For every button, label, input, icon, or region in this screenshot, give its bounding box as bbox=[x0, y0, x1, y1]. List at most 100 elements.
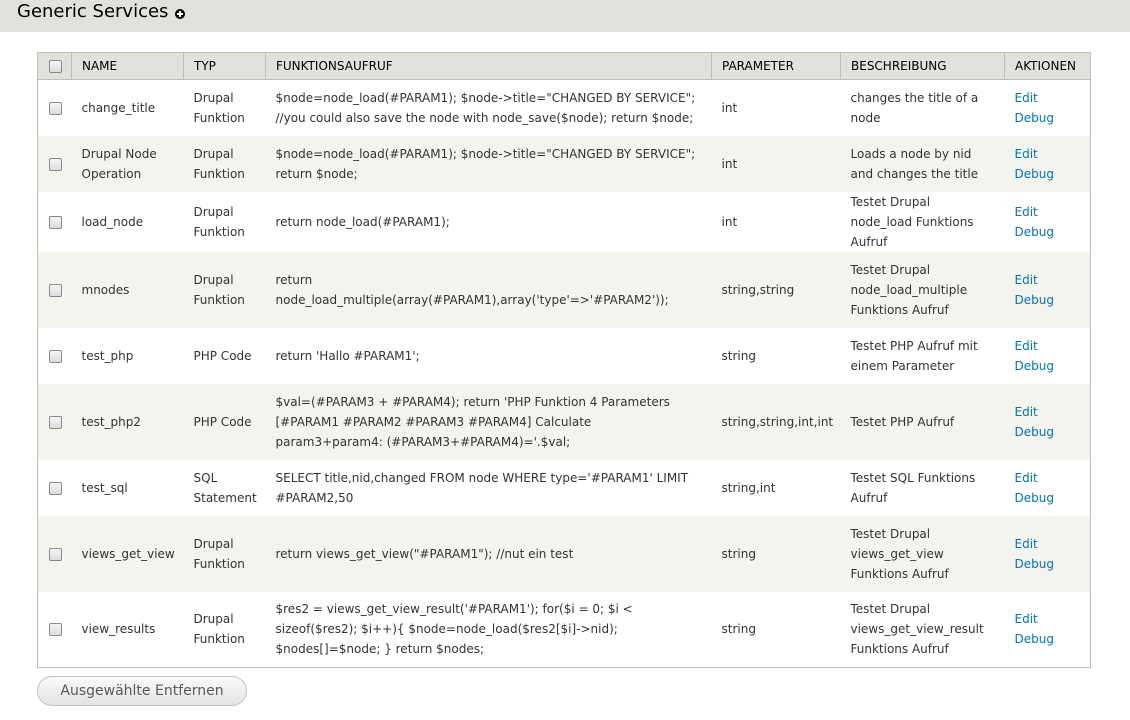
column-header-parameter[interactable]: PARAMETER bbox=[711, 52, 841, 80]
row-actions: Edit Debug bbox=[1005, 460, 1091, 516]
service-name: Drupal Node Operation bbox=[81, 146, 157, 181]
row-checkbox[interactable] bbox=[49, 283, 62, 297]
service-call: $node=node_load(#PARAM1); $node->title="… bbox=[275, 90, 696, 125]
row-checkbox[interactable] bbox=[49, 547, 62, 561]
row-checkbox[interactable] bbox=[49, 157, 62, 171]
service-call: $val=(#PARAM3 + #PARAM4); return 'PHP Fu… bbox=[275, 394, 670, 449]
row-actions: Edit Debug bbox=[1005, 328, 1091, 384]
row-checkbox[interactable] bbox=[49, 101, 62, 115]
edit-link[interactable]: Edit bbox=[1015, 612, 1038, 626]
column-header-typ[interactable]: TYP bbox=[183, 52, 266, 80]
debug-link[interactable]: Debug bbox=[1015, 425, 1054, 439]
service-name: views_get_view bbox=[81, 546, 175, 561]
service-name: view_results bbox=[81, 622, 156, 637]
service-call: return node_load(#PARAM1); bbox=[275, 214, 450, 229]
edit-link[interactable]: Edit bbox=[1015, 405, 1038, 419]
service-description: Testet Drupal views_get_view_result Funk… bbox=[850, 602, 984, 657]
service-type: PHP Code bbox=[193, 348, 252, 363]
row-checkbox[interactable] bbox=[49, 623, 62, 637]
service-description: changes the title of a node bbox=[850, 90, 979, 125]
service-params: string bbox=[721, 348, 756, 363]
debug-link[interactable]: Debug bbox=[1015, 167, 1054, 181]
page-title: Generic Services bbox=[17, 1, 169, 22]
service-name: load_node bbox=[81, 214, 144, 229]
service-call: return 'Hallo #PARAM1'; bbox=[275, 348, 420, 363]
debug-link[interactable]: Debug bbox=[1015, 293, 1054, 307]
service-params: string bbox=[721, 622, 756, 637]
row-checkbox[interactable] bbox=[49, 349, 62, 363]
debug-link[interactable]: Debug bbox=[1015, 632, 1054, 646]
column-header-aktionen: AKTIONEN bbox=[1004, 52, 1091, 80]
row-actions: Edit Debug bbox=[1005, 252, 1091, 328]
service-params: string bbox=[721, 546, 756, 561]
table-row: test_sql SQL Statement SELECT title,nid,… bbox=[37, 459, 1091, 516]
edit-link[interactable]: Edit bbox=[1015, 147, 1038, 161]
service-description: Loads a node by nid and changes the titl… bbox=[850, 146, 979, 181]
row-select-cell bbox=[38, 516, 72, 592]
column-header-funktionsaufruf[interactable]: FUNKTIONSAUFRUF bbox=[265, 52, 712, 80]
row-checkbox[interactable] bbox=[49, 481, 62, 495]
remove-selected-button[interactable]: Ausgewählte Entfernen bbox=[37, 676, 247, 706]
table-header-row: NAME TYP FUNKTIONSAUFRUF PARAMETER BESCH… bbox=[37, 52, 1091, 80]
row-select-cell bbox=[38, 80, 72, 136]
service-call: return node_load_multiple(array(#PARAM1)… bbox=[275, 272, 669, 307]
service-type: Drupal Funktion bbox=[193, 146, 245, 181]
row-actions: Edit Debug bbox=[1005, 136, 1091, 192]
column-header-name[interactable]: NAME bbox=[71, 52, 184, 80]
service-name: test_sql bbox=[81, 480, 128, 495]
service-params: string,string bbox=[721, 282, 795, 297]
table-row: views_get_view Drupal Funktion return vi… bbox=[37, 515, 1091, 592]
service-params: string,int bbox=[721, 480, 776, 495]
table-row: load_node Drupal Funktion return node_lo… bbox=[37, 191, 1091, 252]
service-description: Testet Drupal node_load Funktions Aufruf bbox=[850, 194, 974, 249]
table-row: view_results Drupal Funktion $res2 = vie… bbox=[37, 591, 1091, 668]
debug-link[interactable]: Debug bbox=[1015, 359, 1054, 373]
row-actions: Edit Debug bbox=[1005, 80, 1091, 136]
service-params: int bbox=[721, 214, 738, 229]
edit-link[interactable]: Edit bbox=[1015, 273, 1038, 287]
service-description: Testet Drupal node_load_multiple Funktio… bbox=[850, 262, 968, 317]
service-name: change_title bbox=[81, 100, 156, 115]
debug-link[interactable]: Debug bbox=[1015, 557, 1054, 571]
service-description: Testet SQL Funktions Aufruf bbox=[850, 470, 976, 505]
service-params: string,string,int,int bbox=[721, 414, 834, 429]
service-call: return views_get_view("#PARAM1"); //nut … bbox=[275, 546, 574, 561]
service-type: Drupal Funktion bbox=[193, 204, 245, 239]
select-all-cell bbox=[37, 52, 72, 80]
row-actions: Edit Debug bbox=[1005, 516, 1091, 592]
service-name: test_php2 bbox=[81, 414, 142, 429]
edit-link[interactable]: Edit bbox=[1015, 205, 1038, 219]
row-select-cell bbox=[38, 592, 72, 668]
service-description: Testet PHP Aufruf mit einem Parameter bbox=[850, 338, 978, 373]
debug-link[interactable]: Debug bbox=[1015, 111, 1054, 125]
row-select-cell bbox=[38, 328, 72, 384]
row-select-cell bbox=[38, 192, 72, 252]
row-actions: Edit Debug bbox=[1005, 192, 1091, 252]
service-call: SELECT title,nid,changed FROM node WHERE… bbox=[275, 470, 689, 505]
edit-link[interactable]: Edit bbox=[1015, 471, 1038, 485]
service-type: Drupal Funktion bbox=[193, 536, 245, 571]
plus-circle-icon[interactable] bbox=[175, 9, 185, 19]
edit-link[interactable]: Edit bbox=[1015, 537, 1038, 551]
service-call: $res2 = views_get_view_result('#PARAM1')… bbox=[275, 602, 633, 657]
service-type: Drupal Funktion bbox=[193, 90, 245, 125]
row-checkbox[interactable] bbox=[49, 415, 62, 429]
service-call: $node=node_load(#PARAM1); $node->title="… bbox=[275, 146, 696, 181]
debug-link[interactable]: Debug bbox=[1015, 225, 1054, 239]
service-type: Drupal Funktion bbox=[193, 612, 245, 647]
edit-link[interactable]: Edit bbox=[1015, 91, 1038, 105]
service-name: mnodes bbox=[81, 282, 130, 297]
service-type: PHP Code bbox=[193, 414, 252, 429]
table-row: mnodes Drupal Funktion return node_load_… bbox=[37, 251, 1091, 328]
debug-link[interactable]: Debug bbox=[1015, 491, 1054, 505]
column-header-beschreibung[interactable]: BESCHREIBUNG bbox=[840, 52, 1005, 80]
services-table: NAME TYP FUNKTIONSAUFRUF PARAMETER BESCH… bbox=[37, 52, 1091, 668]
row-actions: Edit Debug bbox=[1005, 384, 1091, 460]
service-type: SQL Statement bbox=[193, 470, 257, 505]
row-select-cell bbox=[38, 252, 72, 328]
page-header: Generic Services bbox=[0, 0, 1130, 32]
edit-link[interactable]: Edit bbox=[1015, 339, 1038, 353]
row-checkbox[interactable] bbox=[49, 215, 62, 229]
service-description: Testet PHP Aufruf bbox=[850, 414, 955, 429]
select-all-checkbox[interactable] bbox=[49, 60, 62, 73]
